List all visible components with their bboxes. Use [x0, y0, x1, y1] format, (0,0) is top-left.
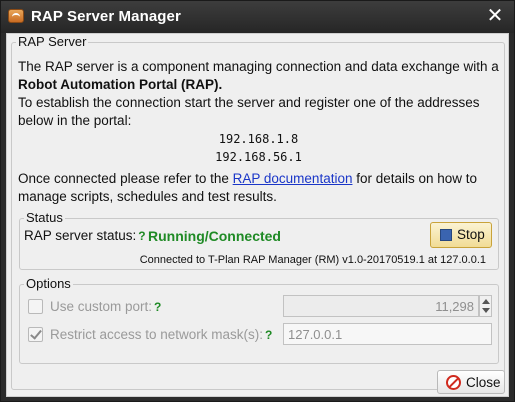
stop-button-label: Stop [457, 227, 485, 242]
spinner-up-icon[interactable] [482, 299, 490, 304]
restrict-access-checkbox[interactable] [28, 327, 43, 342]
stop-button[interactable]: Stop [430, 222, 492, 248]
window-title: RAP Server Manager [31, 8, 181, 25]
portal-name: Robot Automation Portal (RAP). [18, 77, 223, 92]
stop-icon [440, 229, 452, 241]
restrict-access-label: Restrict access to network mask(s):? [50, 327, 272, 342]
close-button-label: Close [466, 375, 501, 390]
close-icon [446, 375, 461, 390]
custom-port-text: Use custom port: [50, 299, 153, 314]
spinner-down-icon[interactable] [482, 308, 490, 313]
status-help-icon[interactable]: ? [138, 229, 145, 243]
close-button[interactable]: Close [437, 370, 505, 394]
server-status-label: RAP server status:? [24, 228, 146, 243]
connection-info: Connected to T-Plan RAP Manager (RM) v1.… [139, 254, 486, 266]
documentation-suffix: for details on how to [352, 171, 478, 186]
rap-server-legend: RAP Server [16, 34, 89, 49]
rap-server-manager-window: RAP Server Manager ✕ RAP Server The RAP … [0, 0, 515, 402]
port-spinner[interactable] [479, 295, 492, 317]
custom-port-input[interactable]: 11,298 [283, 295, 479, 317]
restrict-access-text: Restrict access to network mask(s): [50, 327, 264, 342]
network-mask-input[interactable]: 127.0.0.1 [283, 323, 492, 345]
instruction-text-2: below in the portal: [18, 113, 132, 128]
rap-app-icon [8, 9, 24, 23]
restrict-help-icon[interactable]: ? [265, 328, 272, 342]
title-bar[interactable]: RAP Server Manager ✕ [1, 1, 514, 33]
status-legend: Status [24, 210, 65, 225]
server-status-value: Running/Connected [148, 228, 281, 244]
custom-port-checkbox[interactable] [28, 299, 43, 314]
documentation-prefix: Once connected please refer to the [18, 171, 233, 186]
dialog-content: RAP Server The RAP server is a component… [6, 33, 509, 397]
documentation-text: Once connected please refer to the RAP d… [18, 170, 477, 188]
custom-port-label: Use custom port:? [50, 299, 161, 314]
documentation-text-2: manage scripts, schedules and test resul… [18, 189, 277, 204]
options-legend: Options [24, 276, 73, 291]
server-status-text: RAP server status: [24, 228, 137, 243]
rap-documentation-link[interactable]: RAP documentation [233, 171, 353, 186]
address-2: 192.168.56.1 [215, 150, 302, 164]
custom-port-help-icon[interactable]: ? [154, 300, 161, 314]
window-close-icon[interactable]: ✕ [484, 5, 506, 27]
address-1: 192.168.1.8 [218, 132, 299, 146]
intro-text: The RAP server is a component managing c… [18, 59, 499, 74]
instruction-text: To establish the connection start the se… [18, 95, 480, 110]
